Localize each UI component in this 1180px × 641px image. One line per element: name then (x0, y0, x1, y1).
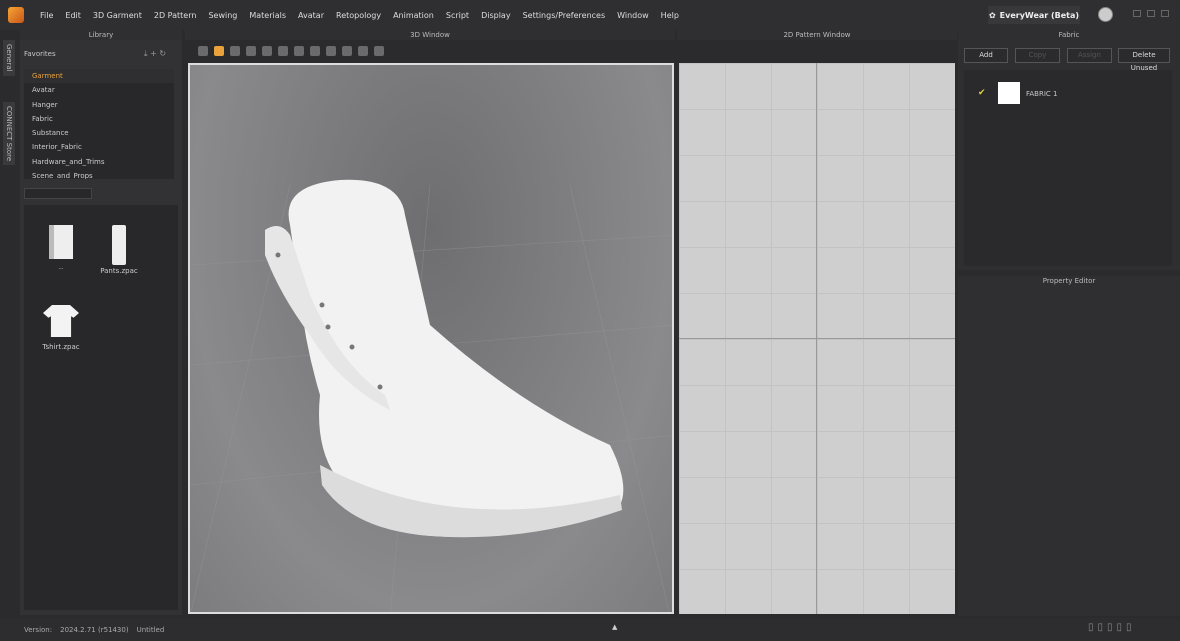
file-name: Tshirt.zpac (42, 343, 80, 351)
favorites-actions[interactable]: ⤓ + ↻ (144, 49, 166, 59)
menu-3d-garment[interactable]: 3D Garment (87, 11, 148, 20)
layout-icons[interactable]: ▯▯▯▯▯ (1088, 622, 1136, 633)
3d-toolbar (188, 42, 674, 60)
library-title: Library (20, 30, 182, 40)
everywear-label: EveryWear (Beta) (999, 10, 1080, 20)
version-label: Version: (24, 625, 53, 634)
file-name: .. (58, 263, 64, 271)
library-search-input[interactable] (24, 188, 92, 199)
menu-display[interactable]: Display (475, 11, 517, 20)
shoe-model (190, 179, 672, 612)
minimize-button[interactable] (1133, 10, 1141, 17)
tool-icon[interactable] (294, 46, 304, 56)
everywear-button[interactable]: ✿ EveryWear (Beta) (988, 6, 1080, 24)
list-item[interactable]: Substance (24, 126, 174, 140)
library-panel: Library Favorites ⤓ + ↻ Garment Avatar H… (20, 30, 182, 615)
file-item[interactable]: Pants.zpac (94, 225, 144, 275)
favorites-label: Favorites (24, 50, 56, 58)
fabric-list: ✔ FABRIC 1 (964, 70, 1172, 266)
expand-icon[interactable]: ▲ (612, 623, 617, 631)
select-tool-icon[interactable] (198, 46, 208, 56)
fabric-swatch[interactable] (998, 82, 1020, 104)
property-editor-panel: Property Editor (958, 276, 1180, 616)
tool-icon[interactable] (342, 46, 352, 56)
everywear-icon: ✿ (988, 10, 996, 20)
pants-icon (112, 225, 126, 265)
tool-icon[interactable] (246, 46, 256, 56)
app-logo-icon[interactable] (8, 7, 24, 23)
file-name: Untitled (136, 625, 165, 634)
list-item[interactable]: Fabric (24, 112, 174, 126)
status-bar: Version: 2024.2.71 (r51430) Untitled ▲ ▯… (0, 618, 1180, 641)
tool-icon[interactable] (358, 46, 368, 56)
list-item[interactable]: Scene_and_Props (24, 169, 174, 179)
2d-pattern-viewport[interactable] (679, 63, 955, 614)
menu-retopology[interactable]: Retopology (330, 11, 387, 20)
menu-materials[interactable]: Materials (243, 11, 292, 20)
menu-animation[interactable]: Animation (387, 11, 440, 20)
list-item[interactable]: Avatar (24, 83, 174, 97)
add-button[interactable]: Add (964, 48, 1008, 63)
3d-viewport[interactable] (188, 63, 674, 614)
tshirt-icon (43, 305, 79, 337)
3d-window-title: 3D Window (185, 30, 675, 40)
fabric-title: Fabric (958, 30, 1180, 40)
menu-help[interactable]: Help (655, 11, 685, 20)
property-editor-title: Property Editor (958, 276, 1180, 286)
list-item[interactable]: Interior_Fabric (24, 140, 174, 154)
file-name: Pants.zpac (100, 267, 138, 275)
file-browser: .. Pants.zpac Tshirt.zpac (24, 205, 178, 610)
fabric-panel: Fabric Add Copy Assign Delete Unused ✔ F… (958, 30, 1180, 270)
fabric-name[interactable]: FABRIC 1 (1026, 90, 1057, 98)
menu-edit[interactable]: Edit (59, 11, 87, 20)
menu-window[interactable]: Window (611, 11, 655, 20)
menu-script[interactable]: Script (440, 11, 475, 20)
tool-icon[interactable] (326, 46, 336, 56)
list-item[interactable]: Hanger (24, 98, 174, 112)
folder-icon (49, 225, 73, 259)
menu-2d-pattern[interactable]: 2D Pattern (148, 11, 203, 20)
close-button[interactable] (1161, 10, 1169, 17)
file-item[interactable]: .. (36, 225, 86, 271)
list-item[interactable]: Hardware_and_Trims (24, 155, 174, 169)
user-avatar[interactable] (1098, 7, 1113, 22)
2d-window-title: 2D Pattern Window (677, 30, 957, 40)
tool-icon[interactable] (262, 46, 272, 56)
maximize-button[interactable] (1147, 10, 1155, 17)
menu-avatar[interactable]: Avatar (292, 11, 330, 20)
tool-icon[interactable] (310, 46, 320, 56)
list-item[interactable]: Garment (24, 69, 174, 84)
tab-general[interactable]: General (3, 40, 15, 76)
transform-tool-icon[interactable] (214, 46, 224, 56)
file-item[interactable]: Tshirt.zpac (36, 305, 86, 351)
menu-sewing[interactable]: Sewing (202, 11, 243, 20)
side-tabs: General CONNECT Store (0, 40, 20, 620)
delete-unused-button[interactable]: Delete Unused (1118, 48, 1170, 72)
tool-icon[interactable] (278, 46, 288, 56)
version-value: 2024.2.71 (r51430) (60, 625, 129, 634)
tab-connect-store[interactable]: CONNECT Store (3, 102, 15, 166)
menu-file[interactable]: File (34, 11, 59, 20)
tool-icon[interactable] (230, 46, 240, 56)
favorites-list: Garment Avatar Hanger Fabric Substance I… (24, 69, 174, 179)
copy-button[interactable]: Copy (1015, 48, 1060, 63)
assign-button[interactable]: Assign (1067, 48, 1112, 63)
menu-settings[interactable]: Settings/Preferences (517, 11, 612, 20)
check-icon[interactable]: ✔ (978, 88, 986, 98)
tool-icon[interactable] (374, 46, 384, 56)
